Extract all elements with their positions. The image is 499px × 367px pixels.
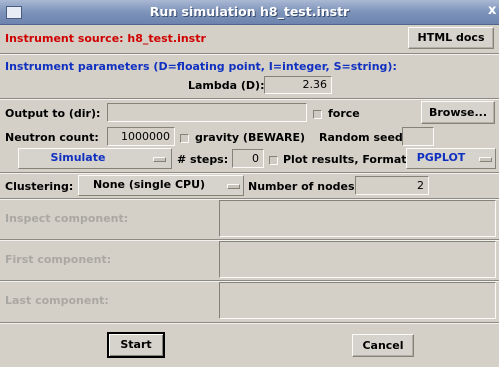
gravity-checkbox[interactable]: [180, 134, 189, 143]
plot-format-value: PGPLOT: [416, 151, 466, 164]
output-dir-input[interactable]: [107, 103, 307, 122]
title-bar[interactable]: Run simulation h8_test.instr x: [0, 0, 499, 25]
clustering-value: None (single CPU): [92, 178, 206, 191]
clustering-menu[interactable]: None (single CPU): [78, 175, 244, 196]
window-title: Run simulation h8_test.instr: [149, 4, 350, 19]
last-component-label: Last component:: [5, 294, 109, 307]
divider: [0, 322, 499, 324]
first-component-list[interactable]: [219, 241, 496, 278]
number-of-nodes-input[interactable]: 2: [355, 176, 429, 195]
force-checkbox[interactable]: [313, 110, 322, 119]
clustering-label: Clustering:: [5, 180, 74, 193]
inspect-component-list[interactable]: [219, 200, 496, 237]
output-dir-label: Output to (dir):: [5, 107, 101, 120]
divider: [0, 98, 499, 100]
neutron-count-input[interactable]: 1000000: [107, 127, 175, 146]
inspect-component-label: Inspect component:: [5, 212, 129, 225]
close-icon[interactable]: x: [488, 3, 496, 18]
browse-button[interactable]: Browse...: [421, 101, 495, 124]
html-docs-button[interactable]: HTML docs: [408, 27, 494, 49]
simulate-mode-menu[interactable]: Simulate: [18, 148, 172, 169]
chevron-down-icon: [153, 157, 166, 162]
start-button[interactable]: Start: [107, 332, 165, 358]
divider: [0, 53, 499, 55]
run-simulation-window: Run simulation h8_test.instr x Instrumen…: [0, 0, 499, 367]
instrument-parameters-heading: Instrument parameters (D=floating point,…: [5, 60, 397, 73]
gravity-label: gravity (BEWARE): [195, 131, 306, 144]
random-seed-label: Random seed:: [319, 131, 408, 144]
lambda-input[interactable]: 2.36: [264, 76, 332, 94]
random-seed-input[interactable]: [402, 127, 434, 146]
steps-label: # steps:: [177, 153, 229, 166]
chevron-down-icon: [479, 157, 492, 162]
last-component-list[interactable]: [219, 282, 496, 319]
cancel-button[interactable]: Cancel: [352, 334, 414, 357]
number-of-nodes-label: Number of nodes:: [248, 180, 359, 193]
lambda-label: Lambda (D):: [188, 79, 265, 92]
plot-format-menu[interactable]: PGPLOT: [406, 148, 496, 169]
first-component-label: First component:: [5, 253, 112, 266]
force-label: force: [328, 107, 360, 120]
plot-results-label: Plot results, Format:: [283, 153, 411, 166]
simulate-mode-value: Simulate: [50, 151, 106, 164]
plot-results-checkbox[interactable]: [269, 156, 278, 165]
chevron-down-icon: [227, 184, 240, 189]
divider: [0, 172, 499, 174]
instrument-source-label: Instrument source: h8_test.instr: [5, 32, 206, 45]
steps-input[interactable]: 0: [232, 149, 264, 168]
neutron-count-label: Neutron count:: [5, 131, 99, 144]
